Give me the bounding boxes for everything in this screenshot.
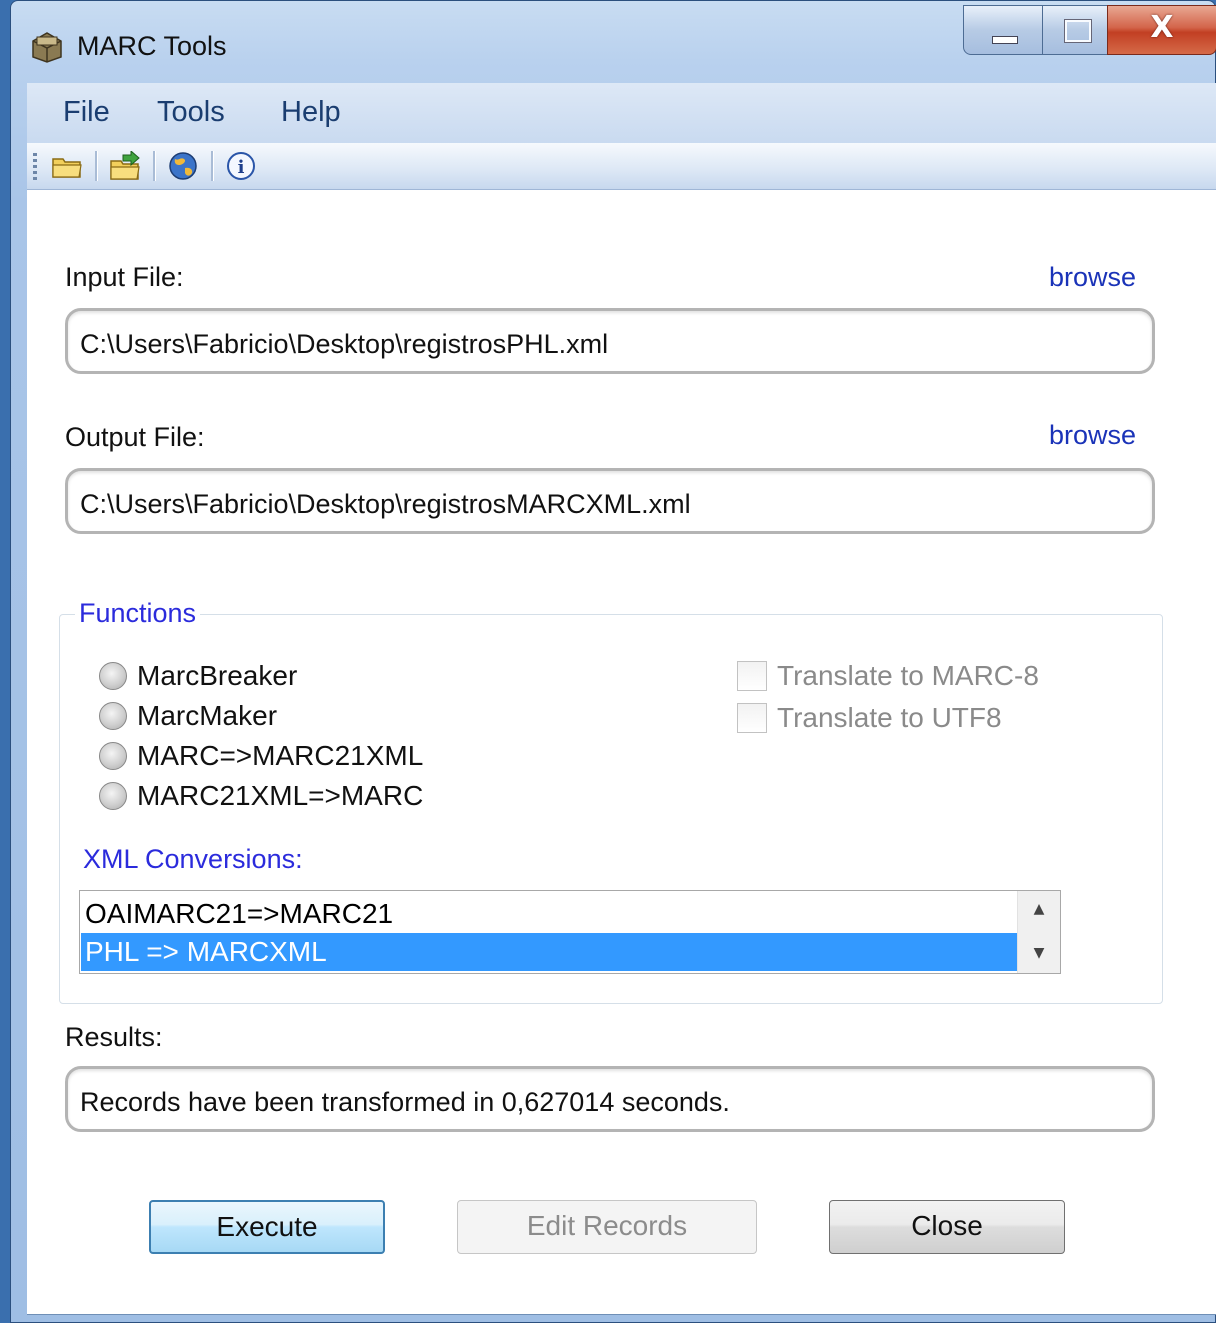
list-scrollbar[interactable]: ▲ ▼: [1017, 891, 1060, 973]
radio-marc21xml-to-marc[interactable]: MARC21XML=>MARC: [99, 778, 423, 814]
edit-records-button[interactable]: Edit Records: [457, 1200, 757, 1254]
checkbox[interactable]: [737, 661, 767, 691]
radio-label: MARC=>MARC21XML: [137, 740, 424, 771]
close-button[interactable]: Close: [829, 1200, 1065, 1254]
radio-button[interactable]: [99, 782, 127, 810]
menu-help[interactable]: Help: [281, 96, 341, 129]
input-file-label: Input File:: [65, 262, 184, 292]
results-field: Records have been transformed in 0,62701…: [65, 1066, 1155, 1132]
main-panel: Input File: browse C:\Users\Fabricio\Des…: [27, 190, 1216, 1315]
menu-file[interactable]: File: [63, 96, 110, 129]
radio-marc-to-marc21xml[interactable]: MARC=>MARC21XML: [99, 738, 423, 774]
radio-label: MarcBreaker: [137, 660, 298, 691]
toolbar-separator: [153, 151, 156, 181]
checkbox-label: Translate to UTF8: [777, 702, 1002, 733]
minimize-icon: [992, 36, 1018, 44]
checkbox[interactable]: [737, 703, 767, 733]
title-bar[interactable]: MARC Tools X: [11, 1, 1216, 81]
scroll-down-icon[interactable]: ▼: [1018, 945, 1060, 961]
svg-text:i: i: [238, 157, 245, 178]
close-window-button[interactable]: X: [1107, 5, 1216, 55]
list-item[interactable]: OAIMARC21=>MARC21: [81, 895, 1017, 933]
minimize-button[interactable]: [963, 5, 1043, 55]
checkbox-label: Translate to MARC-8: [777, 660, 1039, 691]
radio-button[interactable]: [99, 662, 127, 690]
xml-conversions-list[interactable]: OAIMARC21=>MARC21 PHL => MARCXML ▲ ▼: [79, 890, 1061, 974]
radio-label: MarcMaker: [137, 700, 278, 731]
maximize-icon: [1064, 19, 1092, 43]
toolbar-separator: [211, 151, 214, 181]
check-translate-utf8[interactable]: Translate to UTF8: [737, 700, 1002, 736]
radio-marcmaker[interactable]: MarcMaker: [99, 698, 277, 734]
functions-legend: Functions: [75, 598, 201, 629]
radio-marcbreaker[interactable]: MarcBreaker: [99, 658, 297, 694]
app-window: MARC Tools X File Tools Help i Input Fil…: [10, 0, 1216, 1323]
check-translate-marc8[interactable]: Translate to MARC-8: [737, 658, 1039, 694]
maximize-button[interactable]: [1042, 5, 1108, 55]
input-browse-link[interactable]: browse: [1049, 262, 1136, 293]
globe-icon[interactable]: [167, 151, 199, 181]
app-icon: [32, 32, 62, 63]
output-file-field[interactable]: C:\Users\Fabricio\Desktop\registrosMARCX…: [65, 468, 1155, 534]
toolbar-grip[interactable]: [33, 153, 37, 181]
menu-tools[interactable]: Tools: [157, 96, 225, 129]
toolbar: i: [27, 143, 1216, 190]
export-folder-icon[interactable]: [109, 151, 141, 181]
input-file-field[interactable]: C:\Users\Fabricio\Desktop\registrosPHL.x…: [65, 308, 1155, 374]
open-folder-icon[interactable]: [51, 151, 83, 181]
output-file-label: Output File:: [65, 422, 205, 452]
radio-label: MARC21XML=>MARC: [137, 780, 424, 811]
radio-button[interactable]: [99, 702, 127, 730]
info-icon[interactable]: i: [225, 151, 257, 181]
window-title: MARC Tools: [77, 31, 227, 61]
xml-conversions-label: XML Conversions:: [83, 844, 303, 874]
scroll-up-icon[interactable]: ▲: [1018, 901, 1060, 917]
list-item-selected[interactable]: PHL => MARCXML: [81, 933, 1017, 971]
toolbar-separator: [95, 151, 98, 181]
menu-bar: File Tools Help: [27, 83, 1216, 143]
execute-button[interactable]: Execute: [149, 1200, 385, 1254]
close-icon: X: [1150, 10, 1174, 45]
results-label: Results:: [65, 1022, 163, 1052]
output-browse-link[interactable]: browse: [1049, 420, 1136, 451]
radio-button[interactable]: [99, 742, 127, 770]
